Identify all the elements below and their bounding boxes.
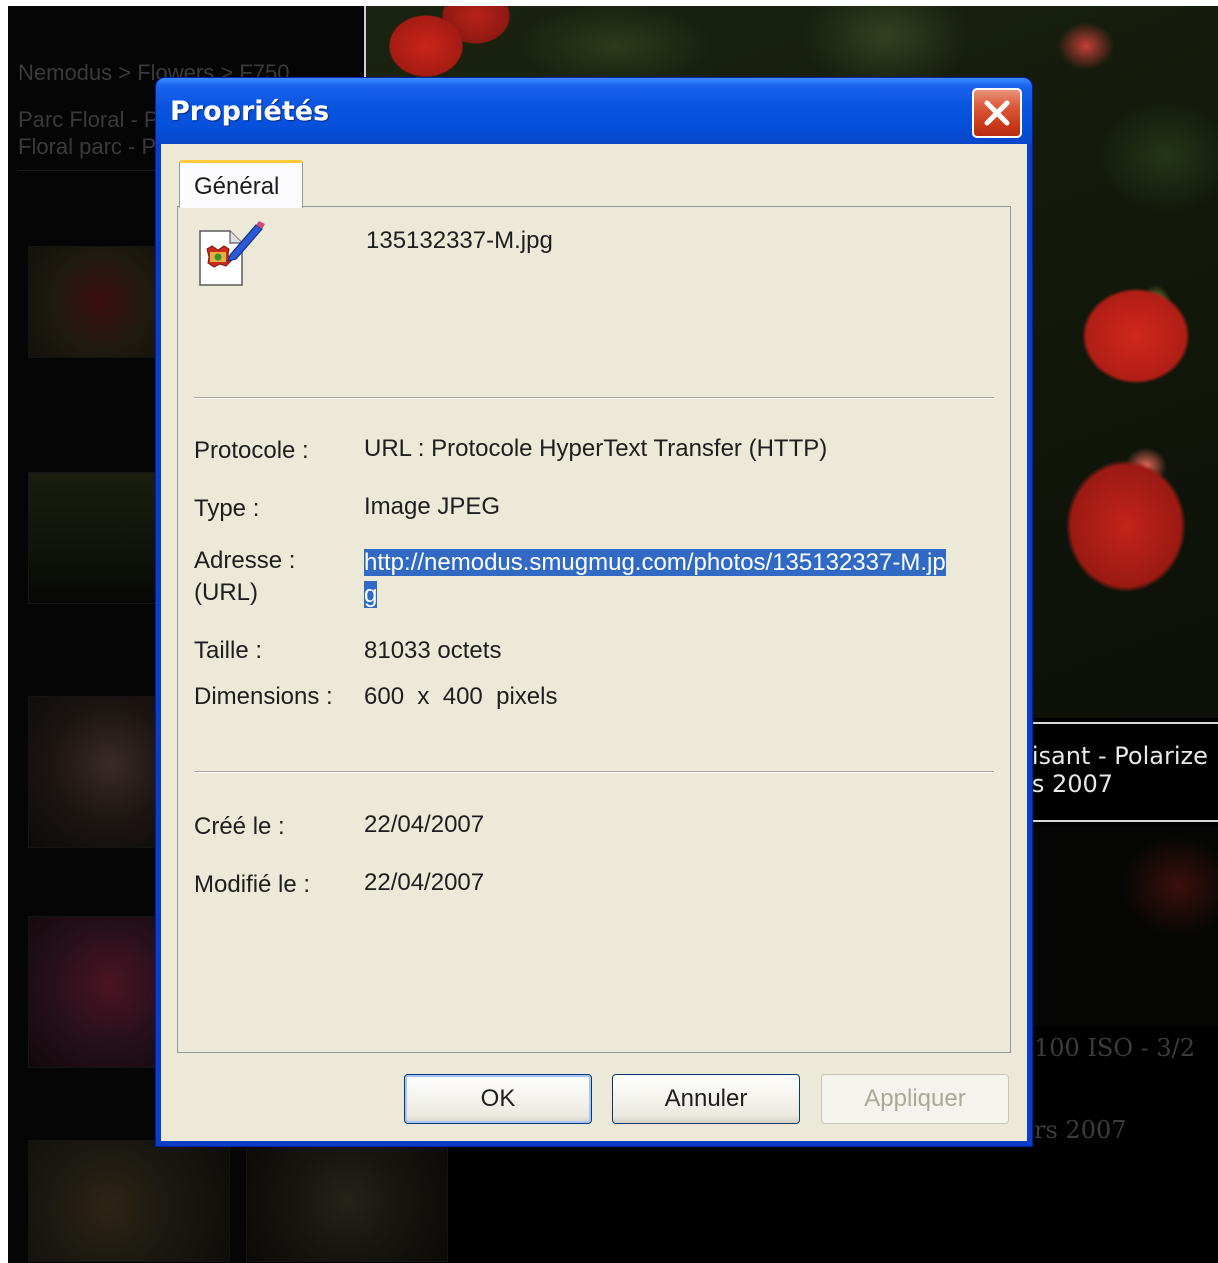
protocol-value: URL : Protocole HyperText Transfer (HTTP… xyxy=(364,435,828,462)
ok-button[interactable]: OK xyxy=(404,1074,592,1124)
size-label: Taille : xyxy=(194,637,263,664)
file-name: 135132337-M.jpg xyxy=(366,227,553,254)
photo-caption-line-1: risant - Polarize xyxy=(1022,742,1208,770)
dialog-client-area: Général 135132337-M.jpg Protocole : URL … xyxy=(161,144,1027,1141)
address-url-field[interactable]: http://nemodus.smugmug.com/photos/135132… xyxy=(364,547,952,611)
properties-dialog: Propriétés Général 135132337-M.jpg Proto xyxy=(156,78,1032,1146)
photo-exif-line-2: rs 2007 xyxy=(1034,1116,1127,1144)
apply-button[interactable]: Appliquer xyxy=(821,1074,1009,1124)
created-value: 22/04/2007 xyxy=(364,811,485,838)
dialog-title: Propriétés xyxy=(170,96,330,127)
cancel-button[interactable]: Annuler xyxy=(612,1074,800,1124)
address-url-selected-text[interactable]: http://nemodus.smugmug.com/photos/135132… xyxy=(364,549,946,608)
modified-value: 22/04/2007 xyxy=(364,869,485,896)
dimensions-label: Dimensions : xyxy=(194,683,333,710)
dimensions-value: 600 x 400 pixels xyxy=(364,683,558,710)
thumbnail-6[interactable] xyxy=(246,1140,448,1262)
photo-exif-line-1: 100 ISO - 3/2 xyxy=(1034,1034,1196,1062)
dialog-titlebar[interactable]: Propriétés xyxy=(156,78,1032,144)
jpeg-file-icon xyxy=(199,221,265,286)
separator xyxy=(194,397,994,399)
thumbnail-5[interactable] xyxy=(28,1140,230,1262)
tab-general-label: Général xyxy=(194,173,280,200)
modified-label: Modifié le : xyxy=(194,871,311,898)
photo-caption-line-2: rs 2007 xyxy=(1022,770,1114,798)
tab-general[interactable]: Général xyxy=(179,160,303,208)
tab-panel-general: 135132337-M.jpg Protocole : URL : Protoc… xyxy=(177,206,1011,1053)
separator xyxy=(194,771,994,773)
type-label: Type : xyxy=(194,495,260,522)
protocol-label: Protocole : xyxy=(194,437,309,464)
address-label: Adresse : (URL) xyxy=(194,547,296,606)
close-button[interactable] xyxy=(972,88,1022,138)
created-label: Créé le : xyxy=(194,813,285,840)
close-icon xyxy=(984,100,1010,126)
photo-info-area xyxy=(1008,826,1218,1026)
type-value: Image JPEG xyxy=(364,493,501,520)
size-value: 81033 octets xyxy=(364,637,502,664)
